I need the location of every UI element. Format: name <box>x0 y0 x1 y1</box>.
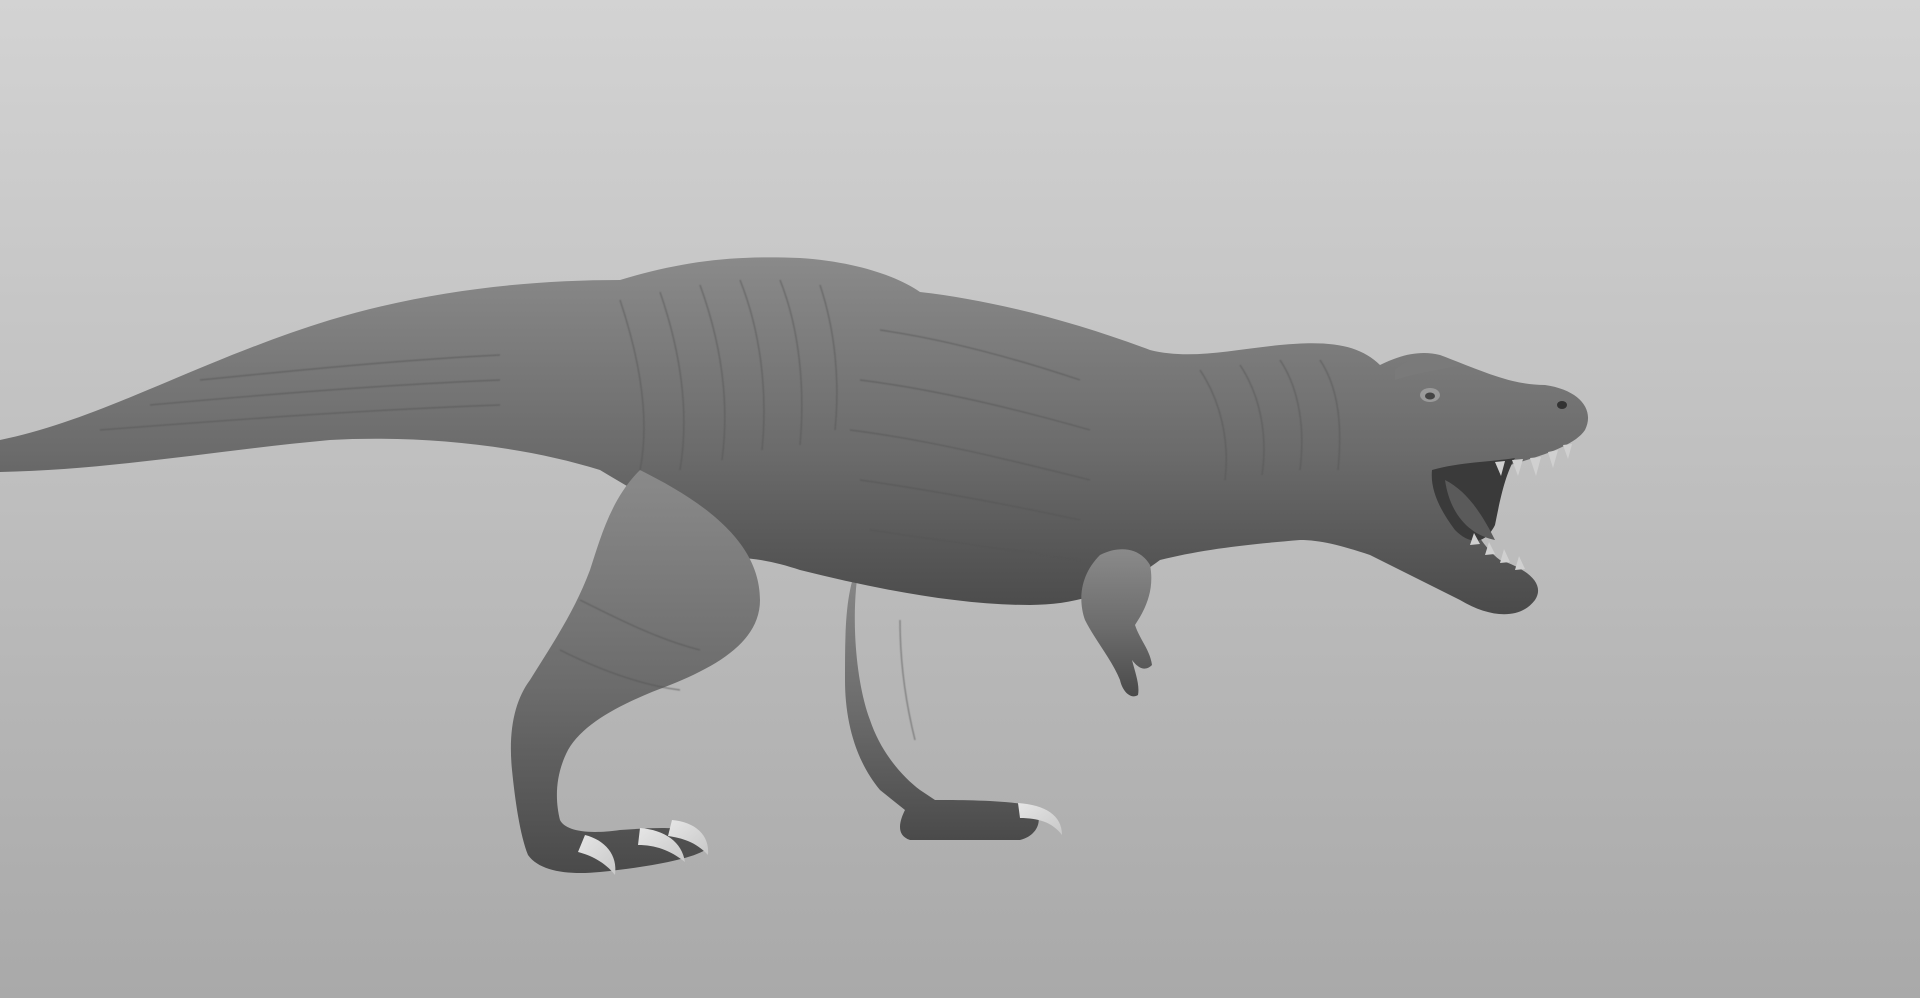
trex-sculpt-model[interactable] <box>0 0 1920 998</box>
trex-body <box>0 257 1589 615</box>
near-hind-leg <box>510 470 760 875</box>
trex-arm <box>1081 549 1152 697</box>
3d-viewport[interactable] <box>0 0 1920 998</box>
